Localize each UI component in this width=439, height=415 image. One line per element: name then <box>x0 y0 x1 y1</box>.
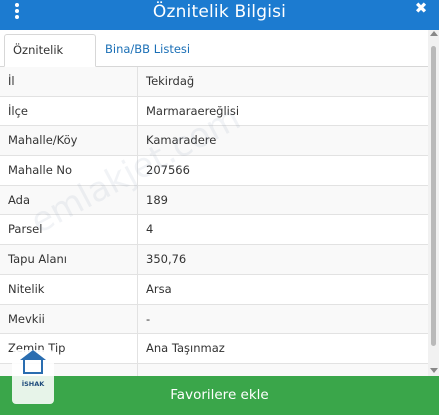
scroll-up-arrow-icon[interactable] <box>430 31 438 36</box>
scrollbar-thumb[interactable] <box>431 46 436 346</box>
scroll-down-arrow-icon[interactable] <box>430 368 438 373</box>
table-row: Parsel 4 <box>0 215 428 246</box>
row-key: İlçe <box>8 103 28 118</box>
table-row: Ada 189 <box>0 185 428 216</box>
row-key: Ada <box>8 192 31 207</box>
tab-oznitelik-bilgisi[interactable]: Öznitelik Bilgisi <box>4 34 96 87</box>
attribute-table: İl Tekirdağ İlçe Marmaraereğlisi Mahalle/K… <box>0 67 428 376</box>
table-row: İl Tekirdağ <box>0 67 428 97</box>
logo-text: İSHAK <box>21 380 45 388</box>
row-key: Mevkii <box>8 311 45 326</box>
row-value: Marmaraereğlisi <box>146 103 240 118</box>
row-key: Tapu Alanı <box>8 252 68 267</box>
table-row: İlçe Marmaraereğlisi <box>0 97 428 127</box>
row-key: İl <box>8 74 15 88</box>
dialog-header: Öznitelik Bilgisi ✖ <box>0 0 439 30</box>
table-row: Mevkii - <box>0 304 428 335</box>
column-divider <box>137 67 138 376</box>
row-value: 350,76 <box>146 252 187 267</box>
table-row: Nitelik Arsa <box>0 275 428 305</box>
ishak-logo: İSHAK <box>12 350 54 404</box>
row-key: Mahalle No <box>8 163 73 178</box>
dialog-title: Öznitelik Bilgisi <box>152 2 287 22</box>
row-value: - <box>146 311 151 326</box>
tab-bar: Öznitelik Bilgisi Bina/BB Listesi <box>0 30 439 87</box>
row-key: Mahalle/Köy <box>8 133 78 148</box>
table-row: Mahalle/Köy Kamaradere <box>0 126 428 157</box>
row-value: 189 <box>146 192 168 207</box>
tab-bina-bb-listesi[interactable]: Bina/BB Listesi <box>97 34 198 67</box>
row-value: 4 <box>146 222 154 237</box>
table-row: Tapu Alanı 350,76 <box>0 245 428 275</box>
house-icon <box>23 358 43 374</box>
table-row <box>0 363 428 376</box>
row-value: Kamaradere <box>146 133 217 148</box>
close-icon[interactable]: ✖ <box>413 0 429 20</box>
row-key: Parsel <box>8 222 43 237</box>
row-value: Tekirdağ <box>146 74 195 88</box>
table-row: Zemin Tip Ana Taşınmaz <box>0 334 428 364</box>
add-to-favorites-button[interactable]: Favorilere ekle <box>0 376 439 415</box>
row-value: Arsa <box>146 281 172 296</box>
table-row: Mahalle No 207566 <box>0 156 428 186</box>
row-key: Nitelik <box>8 281 45 296</box>
row-value: 207566 <box>146 163 190 178</box>
row-value: Ana Taşınmaz <box>146 341 225 356</box>
